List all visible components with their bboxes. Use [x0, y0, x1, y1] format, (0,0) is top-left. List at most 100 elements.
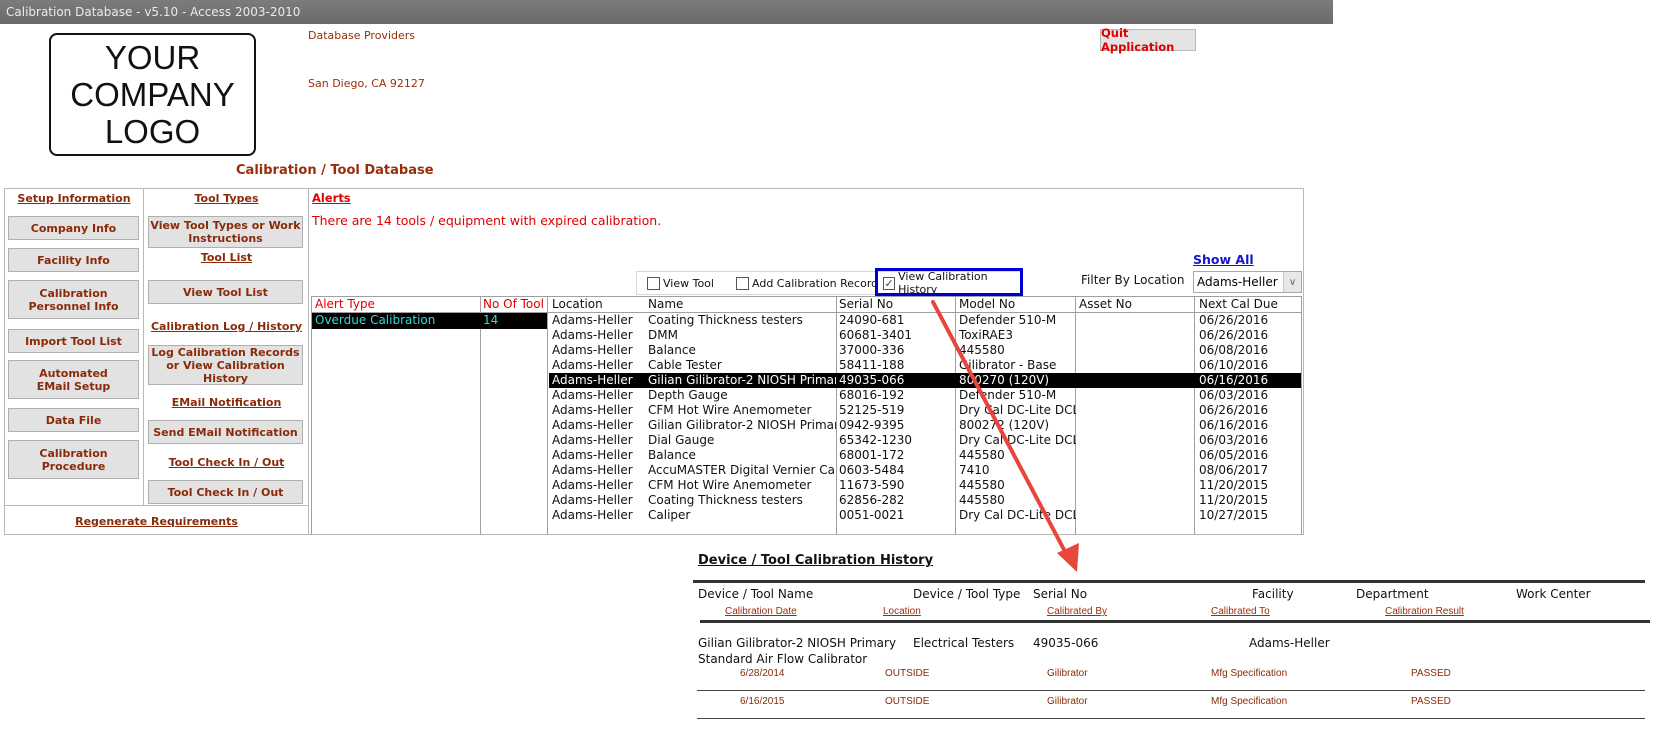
- location-cell: Adams-Heller: [552, 493, 633, 507]
- data-file-button[interactable]: Data File: [8, 408, 139, 432]
- quit-application-button[interactable]: Quit Application: [1100, 26, 1196, 54]
- view-tool-label: View Tool: [663, 276, 714, 290]
- tool-row[interactable]: Adams-Heller Gilian Gilibrator-2 NIOSH Pr…: [549, 373, 1301, 388]
- name-cell: DMM: [648, 328, 678, 342]
- location-cell: Adams-Heller: [552, 418, 633, 432]
- tool-row[interactable]: Adams-Heller Caliper 0051-0021 Dry Cal DC-L…: [549, 508, 1301, 523]
- location-cell: Adams-Heller: [552, 478, 633, 492]
- show-all-link[interactable]: Show All: [1193, 252, 1254, 267]
- name-cell: Balance: [648, 448, 696, 462]
- model-no-cell: 445580: [959, 448, 1005, 462]
- import-tool-list-button[interactable]: Import Tool List: [8, 329, 139, 353]
- model-no-cell: 800270 (120V): [959, 373, 1050, 387]
- name-cell: Coating Thickness testers: [648, 493, 803, 507]
- view-tool-types-button[interactable]: View Tool Types or Work Instructions: [148, 216, 303, 248]
- tool-row[interactable]: Adams-Heller Cable Tester 58411-188 Gilibra…: [549, 358, 1301, 373]
- calibration-procedure-button[interactable]: Calibration Procedure: [8, 440, 139, 479]
- send-email-notification-button[interactable]: Send EMail Notification: [148, 420, 303, 444]
- history-report-title: Device / Tool Calibration History: [698, 553, 934, 568]
- location-cell: Adams-Heller: [552, 313, 633, 327]
- location-cell: Adams-Heller: [552, 433, 633, 447]
- tool-row[interactable]: Adams-Heller Balance 37000-336 445580 06/08/…: [549, 343, 1301, 358]
- calibration-date-value: 6/16/2015: [740, 696, 785, 707]
- name-cell: Gilian Gilibrator-2 NIOSH Primary St: [648, 418, 836, 432]
- next-cal-due-cell: 06/03/2016: [1199, 433, 1269, 447]
- serial-no-cell: 65342-1230: [839, 433, 913, 447]
- tool-row[interactable]: Adams-Heller Depth Gauge 68016-192 Defender…: [549, 388, 1301, 403]
- next-cal-due-cell: 08/06/2017: [1199, 463, 1269, 477]
- next-cal-due-cell: 11/20/2015: [1199, 478, 1269, 492]
- name-header: Name: [648, 297, 684, 311]
- serial-no-cell: 0603-5484: [839, 463, 905, 477]
- name-cell: Caliper: [648, 508, 691, 522]
- serial-no-cell: 58411-188: [839, 358, 905, 372]
- next-cal-due-cell: 06/05/2016: [1199, 448, 1269, 462]
- serial-no-cell: 62856-282: [839, 493, 905, 507]
- next-cal-due-cell: 06/08/2016: [1199, 343, 1269, 357]
- database-title: Calibration / Tool Database: [236, 163, 434, 178]
- tool-row[interactable]: Adams-Heller Dial Gauge 65342-1230 Dry Cal …: [549, 433, 1301, 448]
- alerts-link[interactable]: Alerts: [312, 191, 351, 205]
- serial-no-cell: 68001-172: [839, 448, 905, 462]
- model-no-cell: Defender 510-M: [959, 313, 1057, 327]
- record-divider: [697, 690, 1645, 691]
- email-notification-link[interactable]: EMail Notification: [144, 396, 309, 409]
- serial-no-cell: 52125-519: [839, 403, 905, 417]
- next-cal-due-cell: 06/26/2016: [1199, 313, 1269, 327]
- tool-row[interactable]: Adams-Heller Coating Thickness testers 628…: [549, 493, 1301, 508]
- location-filter-select[interactable]: Adams-Heller ∨: [1193, 271, 1302, 293]
- calibration-personnel-info-button[interactable]: Calibration Personnel Info: [8, 280, 139, 319]
- log-calibration-records-button[interactable]: Log Calibration Records or View Calibrat…: [148, 345, 303, 385]
- next-cal-due-cell: 06/03/2016: [1199, 388, 1269, 402]
- model-no-cell: Dry Cal DC-Lite DCL-H: [959, 403, 1076, 417]
- device-name-line2: Standard Air Flow Calibrator: [698, 652, 868, 666]
- report-divider: [693, 580, 1645, 583]
- alert-count-cell: 14: [483, 313, 499, 327]
- tool-check-in-out-button[interactable]: Tool Check In / Out: [148, 480, 303, 504]
- name-cell: Gilian Gilibrator-2 NIOSH Primary St: [648, 373, 836, 387]
- tool-row[interactable]: Adams-Heller CFM Hot Wire Anemometer 11673…: [549, 478, 1301, 493]
- tool-row[interactable]: Adams-Heller Balance 68001-172 445580 06/05/…: [549, 448, 1301, 463]
- view-tool-option[interactable]: View Tool: [647, 272, 714, 294]
- automated-email-setup-button[interactable]: Automated EMail Setup: [8, 360, 139, 399]
- setup-information-link[interactable]: Setup Information: [4, 192, 144, 205]
- tool-row[interactable]: Adams-Heller DMM 60681-3401 ToxiRAE3 06/26/2…: [549, 328, 1301, 343]
- view-tool-list-button[interactable]: View Tool List: [148, 280, 303, 304]
- location-cell: Adams-Heller: [552, 448, 633, 462]
- serial-no-cell: 24090-681: [839, 313, 905, 327]
- company-info-button[interactable]: Company Info: [8, 216, 139, 240]
- annotation-highlight-box: [875, 268, 1023, 296]
- add-calibration-record-option[interactable]: Add Calibration Record: [736, 272, 878, 294]
- regenerate-requirements-link[interactable]: Regenerate Requirements: [4, 515, 309, 528]
- calibrated-to-value: Mfg Specification: [1211, 668, 1288, 679]
- model-no-cell: Dry Cal DC-Lite DCL-H: [959, 433, 1076, 447]
- tool-check-in-out-link[interactable]: Tool Check In / Out: [144, 456, 309, 469]
- tool-row[interactable]: Adams-Heller AccuMASTER Digital Vernier C…: [549, 463, 1301, 478]
- calibration-log-history-link[interactable]: Calibration Log / History: [144, 320, 309, 333]
- next-cal-due-cell: 06/10/2016: [1199, 358, 1269, 372]
- calibration-result-value: PASSED: [1411, 668, 1451, 679]
- tool-list-link[interactable]: Tool List: [144, 251, 309, 264]
- alerts-message: There are 14 tools / equipment with expi…: [312, 213, 662, 228]
- facility-info-button[interactable]: Facility Info: [8, 248, 139, 272]
- device-facility-value: Adams-Heller: [1249, 636, 1330, 650]
- alert-type-table: [311, 296, 548, 535]
- alert-row[interactable]: Overdue Calibration 14: [312, 313, 547, 329]
- model-no-cell: ToxiRAE3: [959, 328, 1013, 342]
- location-cell: Adams-Heller: [552, 388, 633, 402]
- serial-no-cell: 49035-066: [839, 373, 905, 387]
- add-calibration-record-checkbox[interactable]: [736, 276, 749, 290]
- tool-row[interactable]: Adams-Heller Gilian Gilibrator-2 NIOSH Pr…: [549, 418, 1301, 433]
- name-cell: Dial Gauge: [648, 433, 715, 447]
- facility-header: Facility: [1252, 587, 1294, 601]
- model-no-cell: Defender 510-M: [959, 388, 1057, 402]
- tool-row[interactable]: Adams-Heller CFM Hot Wire Anemometer 52125…: [549, 403, 1301, 418]
- tool-row[interactable]: Adams-Heller Coating Thickness testers 240…: [549, 313, 1301, 328]
- company-logo: YOUR COMPANY LOGO: [49, 33, 256, 156]
- tool-types-link[interactable]: Tool Types: [144, 192, 309, 205]
- view-tool-checkbox[interactable]: [647, 276, 660, 290]
- chevron-down-icon[interactable]: ∨: [1283, 272, 1301, 292]
- name-cell: CFM Hot Wire Anemometer: [648, 403, 812, 417]
- location-filter-value: Adams-Heller: [1197, 275, 1278, 289]
- alert-type-header: Alert Type: [315, 297, 375, 311]
